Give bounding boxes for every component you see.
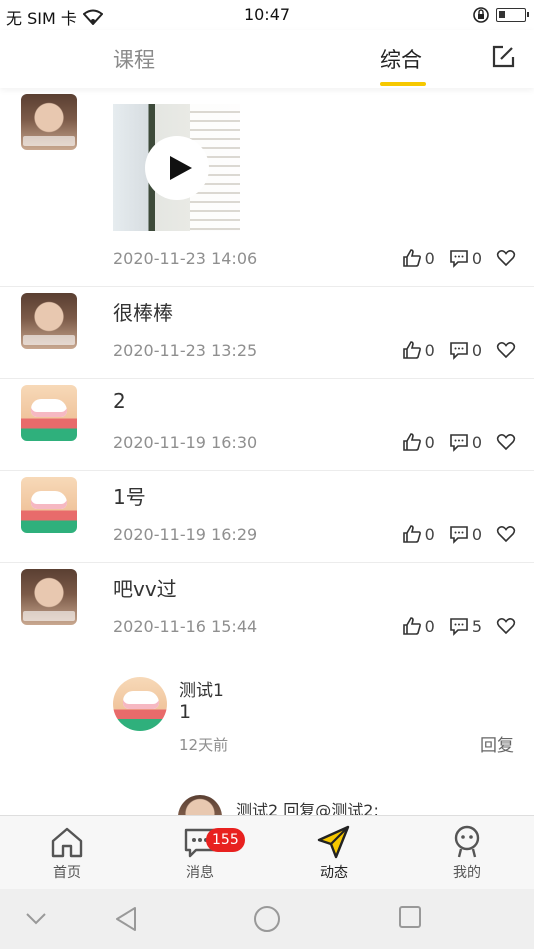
post-stats: 0 0	[388, 248, 516, 268]
user-avatar[interactable]	[21, 569, 77, 625]
bottom-nav: 首页 消息 155 动态 我的	[0, 815, 534, 889]
active-tab-indicator	[380, 82, 426, 86]
unread-badge: 155	[206, 828, 245, 852]
user-avatar[interactable]	[21, 477, 77, 533]
comment-button[interactable]: 5	[449, 616, 482, 636]
user-avatar[interactable]	[21, 293, 77, 349]
post-item: 2020-11-23 14:06 0 0	[0, 88, 534, 287]
thumbs-up-icon	[402, 433, 421, 451]
nav-home[interactable]: 首页	[27, 824, 107, 882]
comment-author[interactable]: 测试1	[179, 676, 224, 701]
thumbs-up-icon	[402, 617, 421, 635]
post-stats: 0 0	[388, 524, 516, 544]
like-button[interactable]: 0	[402, 524, 435, 544]
post-text: 2	[113, 389, 126, 413]
comment-icon	[450, 342, 468, 360]
reply-text: 测试2 回复@测试2:	[236, 801, 379, 815]
post-stats: 0 0	[388, 340, 516, 360]
post-time: 2020-11-19 16:29	[113, 525, 258, 544]
back-icon[interactable]	[113, 905, 139, 933]
thumbs-up-icon	[402, 525, 421, 543]
like-button[interactable]: 0	[402, 616, 435, 636]
like-button[interactable]: 0	[402, 340, 435, 360]
like-button[interactable]: 0	[402, 432, 435, 452]
hide-keyboard-icon[interactable]	[24, 911, 48, 927]
nav-profile[interactable]: 我的	[427, 824, 507, 882]
post-time: 2020-11-19 16:30	[113, 433, 258, 452]
heart-icon	[496, 250, 516, 267]
status-bar: 无 SIM 卡 10:47	[0, 0, 534, 30]
post-item: 吧vv过 2020-11-16 15:44 0 5 测试1 1 12天前 回复 …	[0, 563, 534, 815]
tab-all[interactable]: 综合	[380, 44, 422, 74]
comment-icon	[450, 434, 468, 452]
comment-icon	[450, 250, 468, 268]
play-icon[interactable]	[145, 136, 209, 200]
thumbs-up-icon	[402, 249, 421, 267]
home-icon	[51, 827, 83, 858]
post-stats: 0 5	[388, 616, 516, 636]
battery-icon	[496, 8, 529, 22]
user-avatar[interactable]	[21, 385, 77, 441]
tab-course[interactable]: 课程	[113, 44, 155, 74]
comment-time: 12天前	[179, 736, 229, 754]
favorite-button[interactable]	[496, 616, 516, 636]
heart-icon	[496, 342, 516, 359]
nav-messages[interactable]: 消息 155	[160, 824, 245, 882]
heart-icon	[496, 618, 516, 635]
recents-icon[interactable]	[398, 905, 422, 929]
comment-button[interactable]: 0	[449, 432, 482, 452]
header: 课程 综合	[0, 30, 534, 88]
comment-icon	[450, 618, 468, 636]
clock: 10:47	[243, 5, 291, 24]
comment-button[interactable]: 0	[449, 524, 482, 544]
post-time: 2020-11-16 15:44	[113, 617, 258, 636]
heart-icon	[496, 434, 516, 451]
post-text: 很棒棒	[113, 301, 173, 325]
edit-icon[interactable]	[490, 44, 516, 70]
heart-icon	[496, 526, 516, 543]
thumbs-up-icon	[402, 341, 421, 359]
post-text: 吧vv过	[113, 577, 177, 601]
rotation-lock-icon	[473, 7, 489, 23]
comment-button[interactable]: 0	[449, 340, 482, 360]
user-avatar[interactable]	[21, 94, 77, 150]
home-circle-icon[interactable]	[253, 905, 281, 933]
feed[interactable]: 2020-11-23 14:06 0 0 很棒棒 2020-11-23 13:2…	[0, 88, 534, 815]
reply-button[interactable]: 回复	[480, 731, 514, 756]
favorite-button[interactable]	[496, 524, 516, 544]
post-item: 很棒棒 2020-11-23 13:25 0 0	[0, 287, 534, 379]
nav-moments[interactable]: 动态	[294, 824, 374, 882]
post-item: 2 2020-11-19 16:30 0 0	[0, 379, 534, 471]
post-text: 1号	[113, 485, 146, 509]
system-nav-bar	[0, 889, 534, 949]
like-button[interactable]: 0	[402, 248, 435, 268]
comment-button[interactable]: 0	[449, 248, 482, 268]
post-item: 1号 2020-11-19 16:29 0 0	[0, 471, 534, 563]
post-time: 2020-11-23 13:25	[113, 341, 258, 360]
send-icon	[317, 825, 350, 859]
reply-avatar[interactable]	[178, 795, 222, 815]
favorite-button[interactable]	[496, 432, 516, 452]
favorite-button[interactable]	[496, 340, 516, 360]
video-thumbnail[interactable]	[113, 104, 240, 231]
post-stats: 0 0	[388, 432, 516, 452]
profile-icon	[454, 825, 480, 858]
comment-icon	[450, 526, 468, 544]
post-time: 2020-11-23 14:06	[113, 249, 258, 268]
comment-text: 1	[179, 701, 192, 723]
favorite-button[interactable]	[496, 248, 516, 268]
comment-avatar[interactable]	[113, 677, 167, 731]
